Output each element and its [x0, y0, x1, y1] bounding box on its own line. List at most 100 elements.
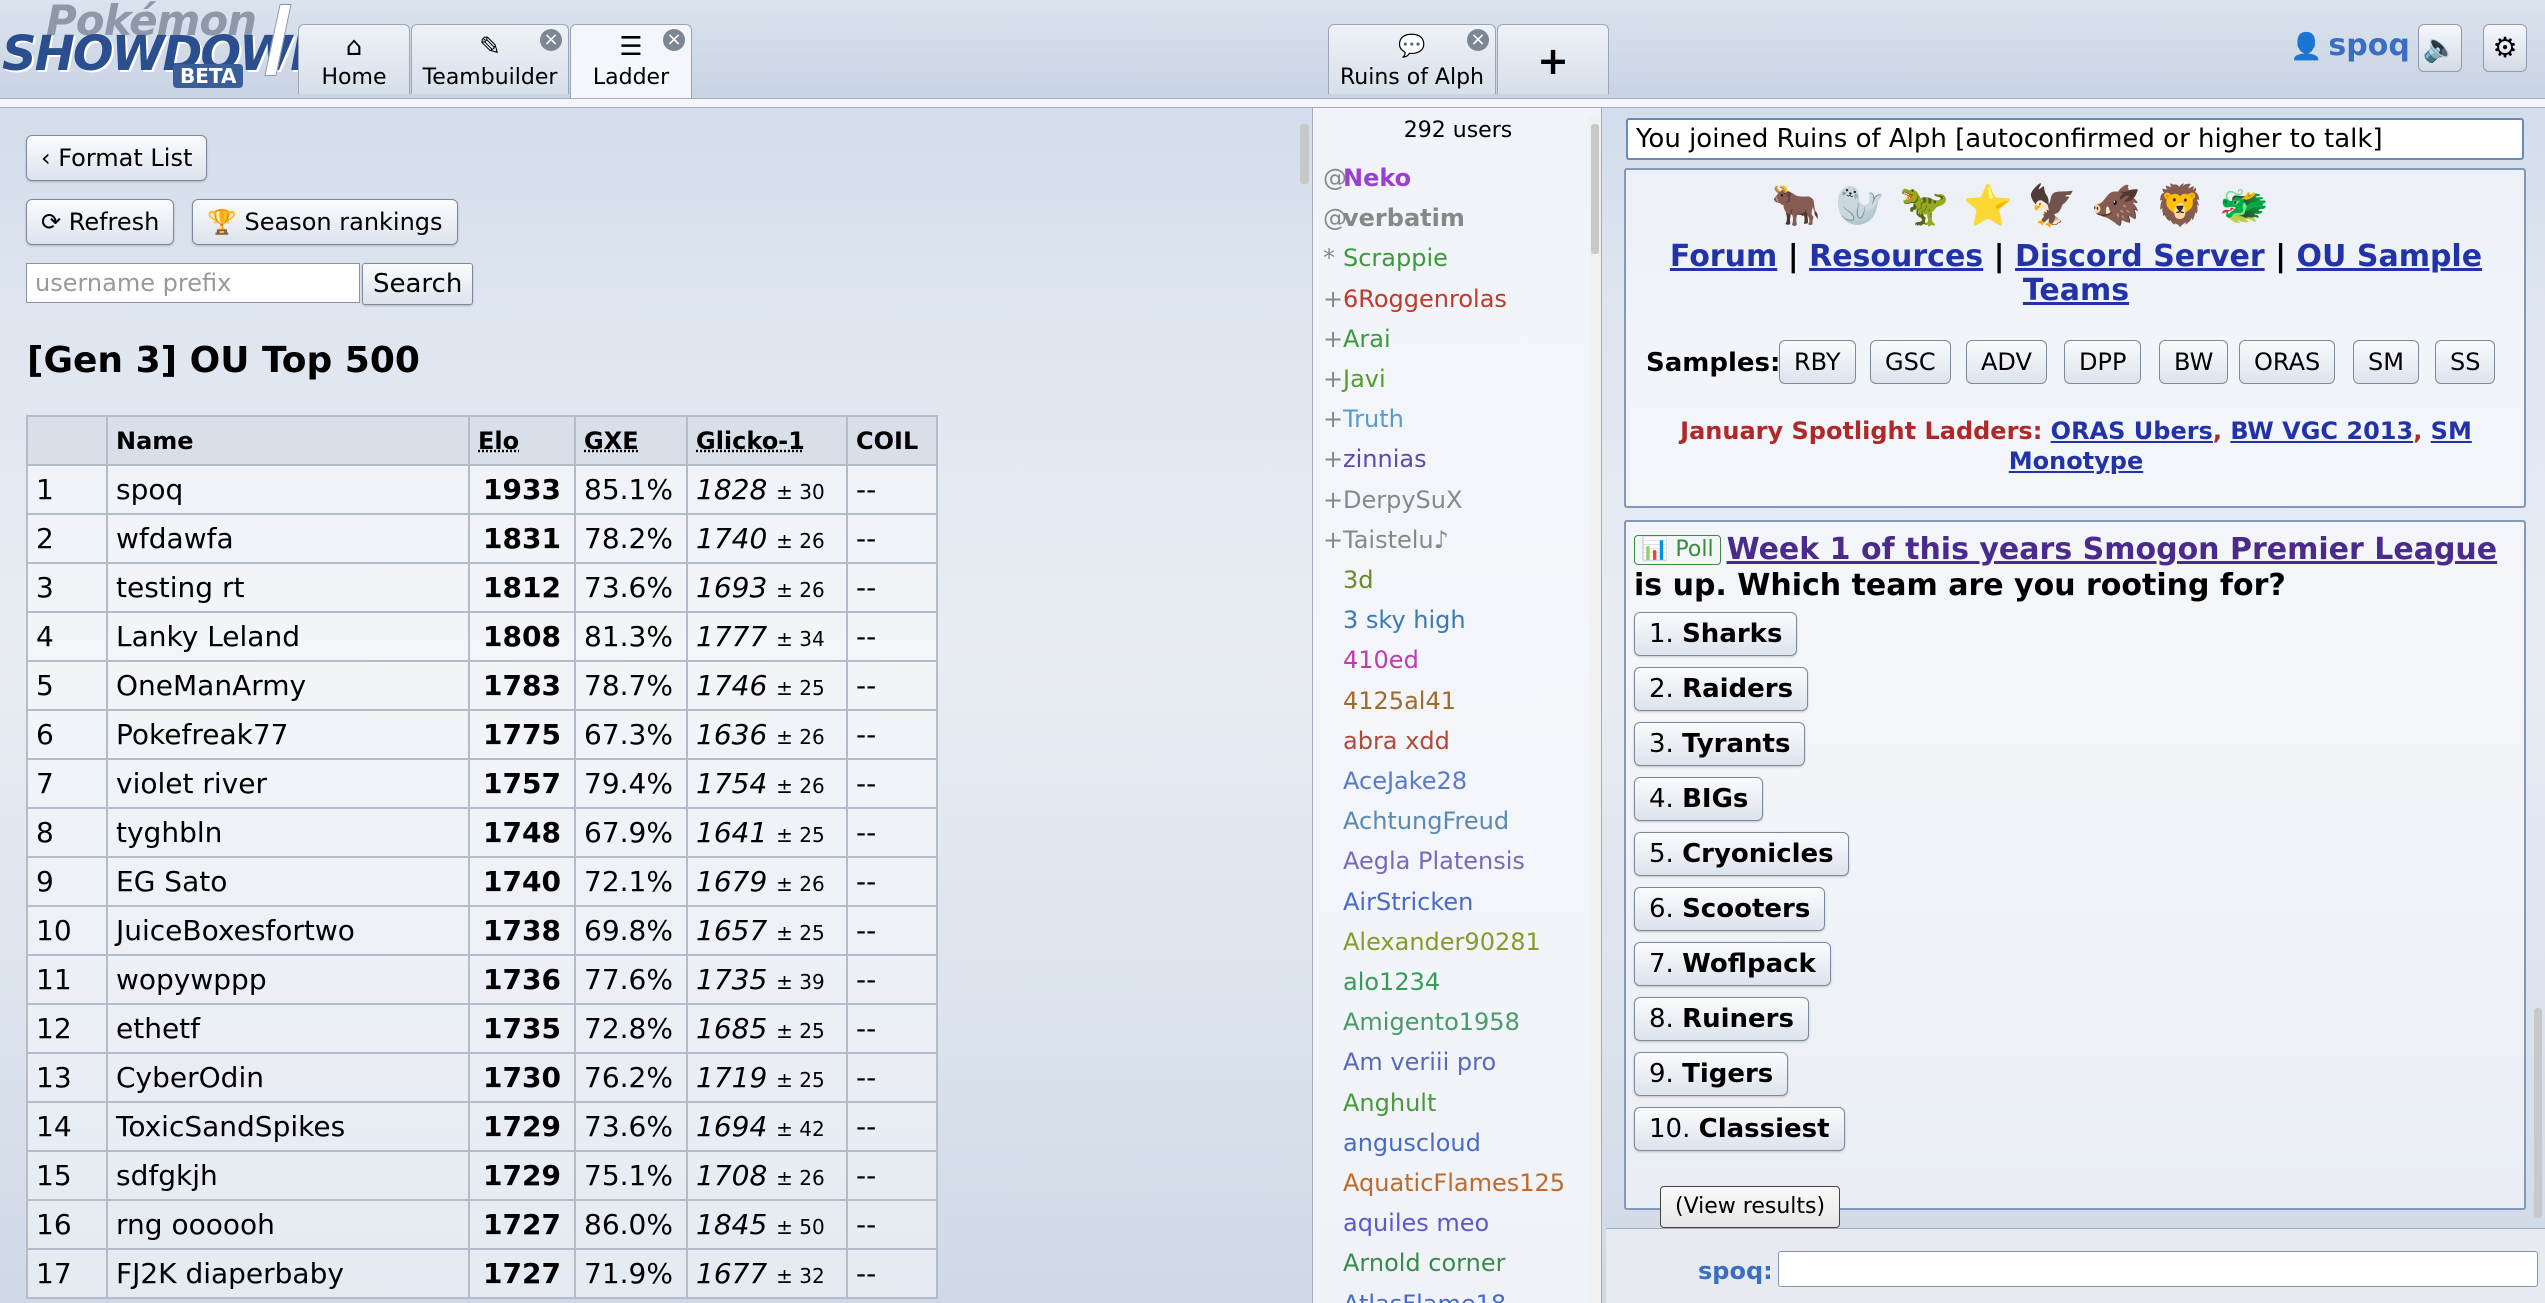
forum-link[interactable]: Forum — [1670, 239, 1777, 274]
tab-new[interactable]: + — [1497, 24, 1609, 94]
user-list-item[interactable]: abra xdd — [1323, 727, 1450, 755]
poll-option-button[interactable]: 2. Raiders — [1634, 667, 1809, 711]
poll-option-button[interactable]: 8. Ruiners — [1634, 997, 1809, 1041]
player-name-cell[interactable]: EG Sato — [106, 856, 470, 907]
tab-ladder[interactable]: ☰ Ladder × — [570, 24, 692, 100]
poll-option-button[interactable]: 6. Scooters — [1634, 887, 1826, 931]
user-list-item[interactable]: aquiles meo — [1323, 1209, 1489, 1237]
showdown-logo[interactable]: Pokémon SHOWDOWN BETA — [0, 0, 330, 95]
tab-teambuilder[interactable]: ✎ Teambuilder × — [411, 24, 569, 94]
user-list-item[interactable]: 410ed — [1323, 646, 1419, 674]
user-list-item[interactable]: Alexander90281 — [1323, 928, 1541, 956]
comma: , — [2212, 417, 2222, 445]
user-list-item[interactable]: AchtungFreud — [1323, 807, 1509, 835]
user-list-item[interactable]: 3d — [1323, 566, 1374, 594]
userlist-scrollbar[interactable] — [1589, 116, 1601, 1303]
user-list-item[interactable]: AceJake28 — [1323, 767, 1467, 795]
player-name-cell[interactable]: wfdawfa — [106, 513, 470, 564]
user-list-item[interactable]: +zinnias — [1323, 445, 1427, 473]
sample-button-adv[interactable]: ADV — [1966, 340, 2047, 384]
season-rankings-button[interactable]: 🏆 Season rankings — [192, 199, 458, 245]
user-list-item[interactable]: Amigento1958 — [1323, 1008, 1520, 1036]
sample-button-bw[interactable]: BW — [2159, 340, 2229, 384]
sample-button-sm[interactable]: SM — [2353, 340, 2419, 384]
spotlight-link-bw-vgc[interactable]: BW VGC 2013 — [2230, 417, 2413, 445]
user-list-item[interactable]: Aegla Platensis — [1323, 847, 1525, 875]
user-list-item[interactable]: Am veriii pro — [1323, 1048, 1496, 1076]
user-list-item[interactable]: AquaticFlames125 — [1323, 1169, 1565, 1197]
poll-option-button[interactable]: 1. Sharks — [1634, 612, 1798, 656]
poll-option-button[interactable]: 3. Tyrants — [1634, 722, 1806, 766]
settings-button[interactable]: ⚙ — [2483, 24, 2527, 72]
sample-button-oras[interactable]: ORAS — [2239, 340, 2336, 384]
chat-scroll-thumb[interactable] — [2534, 1008, 2542, 1218]
col-gxe[interactable]: GXE — [574, 415, 688, 466]
user-list-item[interactable]: AirStricken — [1323, 888, 1473, 916]
player-name-cell[interactable]: FJ2K diaperbaby — [106, 1248, 470, 1299]
user-list-item[interactable]: +Arai — [1323, 325, 1391, 353]
userlist-scroll-thumb[interactable] — [1591, 124, 1599, 254]
coil-cell: -- — [846, 513, 938, 564]
player-name-cell[interactable]: testing rt — [106, 562, 470, 613]
sample-button-ss[interactable]: SS — [2435, 340, 2496, 384]
player-name-cell[interactable]: JuiceBoxesfortwo — [106, 905, 470, 956]
user-list-item[interactable]: +Truth — [1323, 405, 1404, 433]
refresh-button[interactable]: ⟳ Refresh — [26, 199, 175, 245]
user-list-item[interactable]: * Scrappie — [1323, 244, 1448, 272]
user-list-item[interactable]: @Neko — [1323, 164, 1411, 192]
player-name-cell[interactable]: rng oooooh — [106, 1199, 470, 1250]
header-username[interactable]: 👤 spoq — [2290, 28, 2410, 63]
user-list-item[interactable]: +Javi — [1323, 365, 1386, 393]
player-name-cell[interactable]: CyberOdin — [106, 1052, 470, 1103]
user-list-item[interactable]: +Taistelu♪ — [1323, 526, 1449, 554]
glicko-deviation: ± 42 — [776, 1117, 825, 1141]
user-list-item[interactable]: @verbatim — [1323, 204, 1465, 232]
sound-button[interactable]: 🔈 — [2418, 24, 2462, 72]
poll-option-button[interactable]: 9. Tigers — [1634, 1052, 1789, 1096]
sample-button-gsc[interactable]: GSC — [1870, 340, 1951, 384]
user-list-item[interactable]: alo1234 — [1323, 968, 1440, 996]
sample-button-rby[interactable]: RBY — [1779, 340, 1856, 384]
player-name-cell[interactable]: spoq — [106, 464, 470, 515]
poll-option-button[interactable]: 4. BIGs — [1634, 777, 1764, 821]
resources-link[interactable]: Resources — [1809, 239, 1983, 274]
close-icon[interactable]: × — [663, 29, 685, 51]
player-name-cell[interactable]: OneManArmy — [106, 660, 470, 711]
player-name-cell[interactable]: sdfgkjh — [106, 1150, 470, 1201]
user-list-item[interactable]: +DerpySuX — [1323, 486, 1462, 514]
player-name-cell[interactable]: wopywppp — [106, 954, 470, 1005]
tab-home[interactable]: ⌂ Home — [298, 24, 410, 94]
user-list-item[interactable]: Anghult — [1323, 1089, 1436, 1117]
discord-link[interactable]: Discord Server — [2015, 239, 2265, 274]
user-list-item[interactable]: AtlasFlame18 — [1323, 1290, 1506, 1303]
close-icon[interactable]: × — [1467, 29, 1489, 51]
col-elo[interactable]: Elo — [468, 415, 576, 466]
glicko-cell: 1740 ± 26 — [686, 513, 848, 564]
poll-option-button[interactable]: 5. Cryonicles — [1634, 832, 1849, 876]
player-name-cell[interactable]: tyghbln — [106, 807, 470, 858]
sample-button-dpp[interactable]: DPP — [2064, 340, 2142, 384]
player-name-cell[interactable]: ToxicSandSpikes — [106, 1101, 470, 1152]
user-list-item[interactable]: 3 sky high — [1323, 606, 1466, 634]
player-name-cell[interactable]: Pokefreak77 — [106, 709, 470, 760]
poll-option-button[interactable]: 10. Classiest — [1634, 1107, 1845, 1151]
player-name-cell[interactable]: violet river — [106, 758, 470, 809]
tab-ruins-of-alph[interactable]: 💬 Ruins of Alph × — [1328, 24, 1496, 94]
user-list-item[interactable]: 4125al41 — [1323, 687, 1456, 715]
spotlight-link-oras-ubers[interactable]: ORAS Ubers — [2051, 417, 2213, 445]
player-name-cell[interactable]: Lanky Leland — [106, 611, 470, 662]
username-search-input[interactable]: username prefix — [26, 263, 360, 303]
format-list-button[interactable]: ‹ Format List — [26, 135, 208, 181]
user-list-item[interactable]: Arnold corner — [1323, 1249, 1505, 1277]
player-name-cell[interactable]: ethetf — [106, 1003, 470, 1054]
search-button[interactable]: Search — [362, 263, 474, 305]
poll-option-button[interactable]: 7. Woflpack — [1634, 942, 1831, 986]
col-glicko[interactable]: Glicko-1 — [686, 415, 848, 466]
user-list-item[interactable]: anguscloud — [1323, 1129, 1481, 1157]
poll-link[interactable]: Week 1 of this years Smogon Premier Leag… — [1727, 532, 2498, 567]
chat-message-input[interactable] — [1778, 1251, 2538, 1287]
ladder-scroll-thumb[interactable] — [1300, 124, 1309, 184]
user-list-item[interactable]: +6Roggenrolas — [1323, 285, 1507, 313]
view-results-button[interactable]: (View results) — [1660, 1186, 1841, 1228]
close-icon[interactable]: × — [540, 29, 562, 51]
